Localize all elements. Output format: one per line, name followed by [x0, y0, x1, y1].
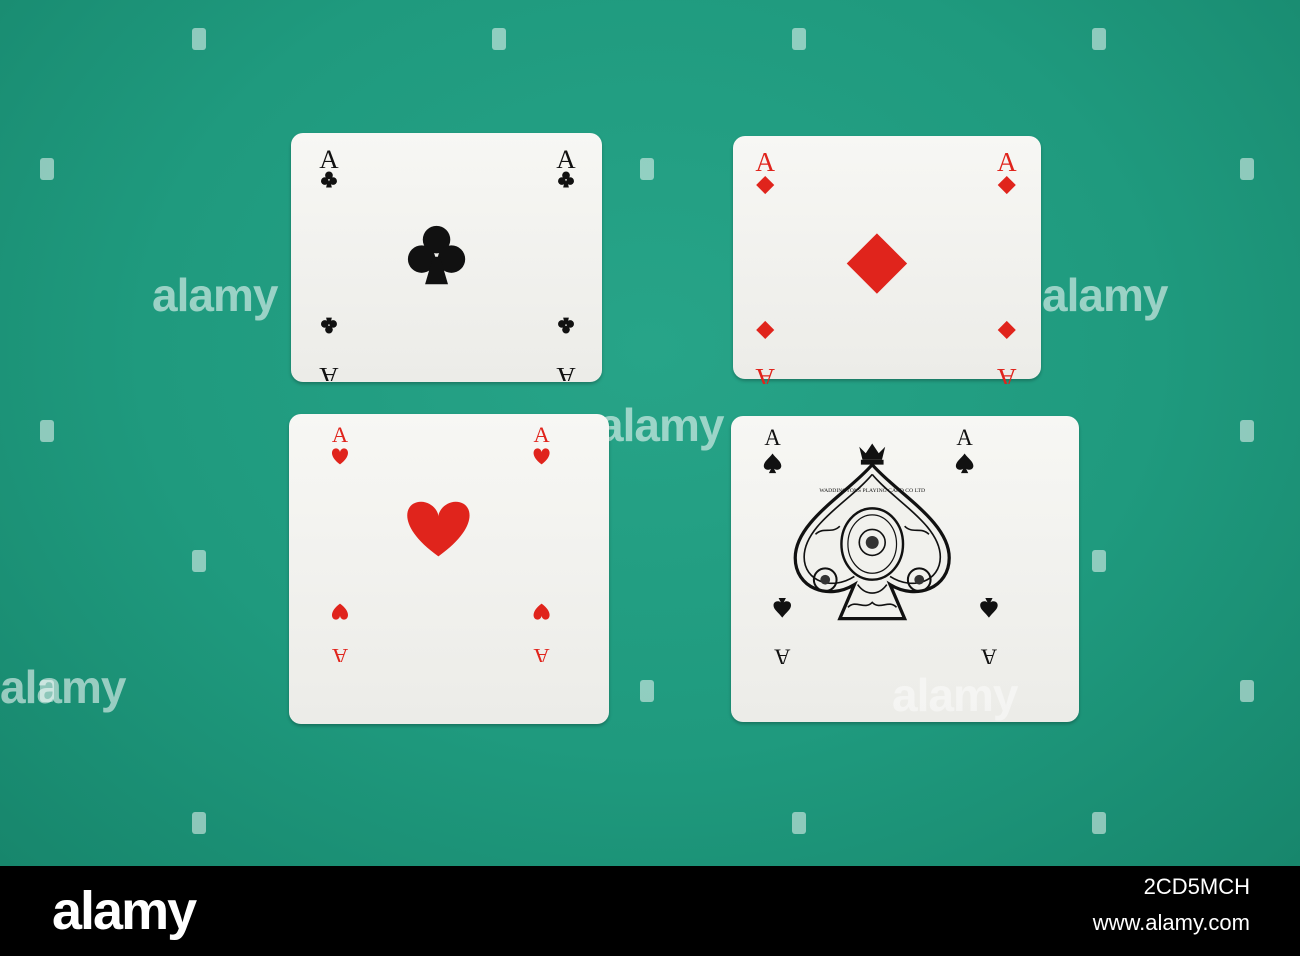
ace-of-hearts-card[interactable]: A A A A	[289, 414, 609, 724]
card-face: A A A A	[763, 425, 998, 664]
ornate-spade-icon	[793, 443, 951, 621]
card-face: A A A A	[319, 144, 577, 381]
footer-image-code: 2CD5MCH	[1143, 874, 1250, 899]
rank-index-top-left: A	[332, 422, 348, 447]
card-face: A A A A	[755, 147, 1017, 384]
watermark-mark	[792, 28, 806, 50]
watermark-text: alamy	[598, 399, 724, 451]
watermark-mark	[792, 812, 806, 834]
watermark-mark	[40, 420, 54, 442]
green-felt-table: alamy alamy alamy alamy alamy A A A A A	[0, 0, 1300, 866]
rank-index-top-left: A	[319, 144, 339, 174]
rank-index-bottom-left: A	[319, 362, 339, 381]
rank-index-top-right: A	[556, 144, 576, 174]
card-face: A A A A	[331, 422, 550, 662]
watermark-mark	[1240, 680, 1254, 702]
ace-of-diamonds-card[interactable]: A A A A	[733, 136, 1041, 384]
watermark-mark	[492, 28, 506, 50]
footer-brand-logo: alamy	[52, 881, 197, 941]
rank-index-top-right: A	[997, 147, 1017, 177]
watermark-mark	[640, 680, 654, 702]
watermark-text: alamy	[1042, 269, 1168, 321]
rank-index-top-right: A	[956, 425, 973, 450]
watermark-mark	[192, 28, 206, 50]
rank-index-top-right: A	[534, 422, 550, 447]
spade-ace-inscription: WADDINGTONS PLAYING CARD CO LTD	[819, 488, 925, 494]
watermark-mark	[1240, 158, 1254, 180]
heart-icon	[331, 448, 550, 620]
diamond-icon	[756, 175, 1016, 340]
watermark-mark	[1092, 812, 1106, 834]
watermark-mark	[1240, 420, 1254, 442]
rank-index-bottom-right: A	[997, 363, 1017, 384]
watermark-text: alamy	[0, 661, 126, 713]
rank-index-bottom-right: A	[556, 362, 576, 381]
rank-index-bottom-left: A	[332, 644, 348, 662]
rank-index-top-left: A	[755, 147, 775, 177]
watermark-mark	[1092, 550, 1106, 572]
watermark-mark	[40, 158, 54, 180]
ace-of-clubs-card[interactable]: A A A A	[291, 133, 602, 382]
watermark-text: alamy	[892, 669, 1018, 721]
footer-url[interactable]: www.alamy.com	[1093, 910, 1250, 936]
stock-footer-bar: alamy 2CD5MCH www.alamy.com	[0, 866, 1300, 956]
watermark-mark	[192, 812, 206, 834]
rank-index-bottom-left: A	[773, 644, 790, 664]
rank-index-bottom-right: A	[534, 644, 550, 662]
watermark-text: alamy	[152, 269, 278, 321]
rank-index-bottom-left: A	[755, 363, 775, 384]
watermark-mark	[192, 550, 206, 572]
watermark-mark	[640, 158, 654, 180]
rank-index-top-left: A	[764, 425, 781, 450]
club-icon	[321, 171, 574, 334]
watermark-mark	[1092, 28, 1106, 50]
rank-index-bottom-right: A	[980, 644, 997, 664]
